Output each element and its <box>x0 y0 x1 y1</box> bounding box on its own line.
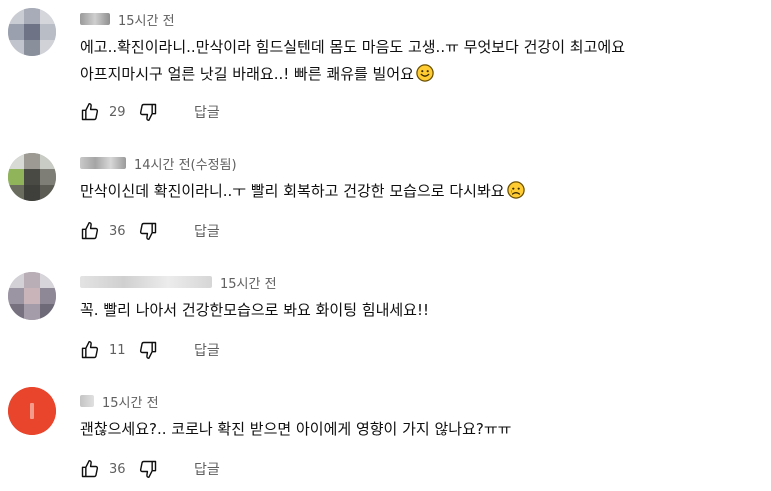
comment-actions: 36 답글 <box>80 457 220 481</box>
comment-text-line: 만삭이신데 확진이라니..ㅜ 빨리 회복하고 건강한 모습으로 다시봐요 <box>80 178 525 205</box>
comment-text: 괜찮으세요?.. 코로나 확진 받으면 아이에게 영향이 가지 않나요?ㅠㅠ <box>80 416 511 443</box>
comment-text: 꼭. 빨리 나아서 건강한모습으로 봐요 화이팅 힘내세요!! <box>80 297 429 324</box>
reply-button[interactable]: 답글 <box>194 102 220 122</box>
avatar-blurred-image <box>8 272 56 320</box>
comment-text-line: 아프지마시구 얼른 낫길 바래요..! 빠른 쾌유를 빌어요 <box>80 61 625 88</box>
smiling-face-emoji <box>416 64 434 82</box>
comment-actions: 11 답글 <box>80 338 220 362</box>
reply-button[interactable]: 답글 <box>194 221 220 241</box>
avatar-blurred-image <box>8 387 56 435</box>
comment-meta: 15시간 전 <box>80 391 159 411</box>
thumbs-down-icon[interactable] <box>138 459 158 479</box>
reply-button[interactable]: 답글 <box>194 459 220 479</box>
comment-actions: 36 답글 <box>80 219 220 243</box>
comment-actions: 29 답글 <box>80 100 220 124</box>
thumbs-up-icon[interactable] <box>80 102 100 122</box>
timestamp[interactable]: 15시간 전 <box>102 392 159 411</box>
avatar-blurred-image <box>8 8 56 56</box>
sad-face-emoji <box>506 181 525 199</box>
comment-text-line: 에고..확진이라니..만삭이라 힘드실텐데 몸도 마음도 고생..ㅠ 무엇보다 … <box>80 38 625 56</box>
author-name-blurred[interactable] <box>80 157 126 169</box>
avatar[interactable] <box>8 272 56 320</box>
author-name-blurred[interactable] <box>80 395 94 407</box>
comment-meta: 15시간 전 <box>80 272 277 292</box>
like-count: 36 <box>109 461 126 477</box>
reply-button[interactable]: 답글 <box>194 340 220 360</box>
like-count: 36 <box>109 223 126 239</box>
timestamp[interactable]: 15시간 전 <box>220 273 277 292</box>
thumbs-up-icon[interactable] <box>80 221 100 241</box>
thumbs-down-icon[interactable] <box>138 102 158 122</box>
comment-text: 에고..확진이라니..만삭이라 힘드실텐데 몸도 마음도 고생..ㅠ 무엇보다 … <box>80 34 625 88</box>
avatar-blurred-image <box>8 153 56 201</box>
avatar[interactable] <box>8 8 56 56</box>
thumbs-down-icon[interactable] <box>138 340 158 360</box>
like-count: 11 <box>109 342 126 358</box>
comment-meta: 15시간 전 <box>80 9 175 29</box>
timestamp[interactable]: 14시간 전(수정됨) <box>134 154 237 173</box>
comment-text-line: 꼭. 빨리 나아서 건강한모습으로 봐요 화이팅 힘내세요!! <box>80 301 430 319</box>
avatar[interactable] <box>8 153 56 201</box>
comment-text: 만삭이신데 확진이라니..ㅜ 빨리 회복하고 건강한 모습으로 다시봐요 <box>80 178 525 205</box>
author-name-blurred[interactable] <box>80 13 110 25</box>
thumbs-down-icon[interactable] <box>138 221 158 241</box>
timestamp[interactable]: 15시간 전 <box>118 10 175 29</box>
like-count: 29 <box>109 104 126 120</box>
thumbs-up-icon[interactable] <box>80 459 100 479</box>
comment-text-line: 괜찮으세요?.. 코로나 확진 받으면 아이에게 영향이 가지 않나요?ㅠㅠ <box>80 420 512 438</box>
thumbs-up-icon[interactable] <box>80 340 100 360</box>
avatar[interactable] <box>8 387 56 435</box>
author-name-blurred[interactable] <box>80 276 212 288</box>
comment-meta: 14시간 전(수정됨) <box>80 153 237 173</box>
